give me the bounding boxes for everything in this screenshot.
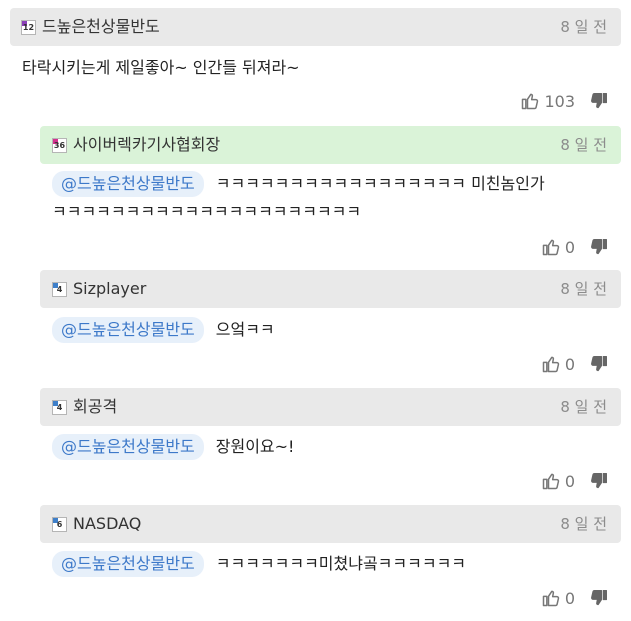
comment-header: 12 드높은천상물반도 8 일 전 [10,8,621,46]
mention-tag[interactable]: @드높은천상물반도 [52,434,204,460]
comment-text: 타락시키는게 제일좋아~ 인간들 뒤져라~ [22,58,300,77]
vote-controls: 103 [520,90,609,112]
reply: 4 Sizplayer 8 일 전 @드높은천상물반도 으엌ㅋㅋ 0 [0,268,631,384]
thumbs-up-icon[interactable] [541,354,561,374]
thumbs-up-icon[interactable] [541,588,561,608]
vote-controls: 0 [541,470,609,492]
reply-text: @드높은천상물반도 ㅋㅋㅋㅋㅋㅋㅋ미쳤냐곸ㅋㅋㅋㅋㅋㅋ [52,550,466,578]
mention-tag[interactable]: @드높은천상물반도 [52,317,204,343]
thumbs-down-icon[interactable] [589,91,609,111]
username[interactable]: 사이버렉카기사협회장 [73,135,220,155]
username[interactable]: Sizplayer [73,279,146,299]
level-badge-icon: 12 [21,20,36,35]
reply-text: @드높은천상물반도 장원이요~! [52,433,294,461]
reply-text: @드높은천상물반도 ㅋㅋㅋㅋㅋㅋㅋㅋㅋㅋㅋㅋㅋㅋㅋㅋㅋ 미친놈인가 ㅋㅋㅋㅋㅋㅋㅋ… [52,170,622,226]
reply-header: 4 Sizplayer 8 일 전 [40,270,621,308]
thumbs-down-icon[interactable] [589,588,609,608]
thumbs-down-icon[interactable] [589,354,609,374]
vote-controls: 0 [541,353,609,375]
upvote-count: 103 [544,91,575,111]
reply-header: 4 회공격 8 일 전 [40,388,621,426]
username[interactable]: 회공격 [73,397,117,417]
level-badge-icon: 36 [52,138,67,153]
timestamp: 8 일 전 [560,280,607,298]
reply-header: 36 사이버렉카기사협회장 8 일 전 [40,126,621,164]
reply-text: @드높은천상물반도 으엌ㅋㅋ [52,316,275,344]
comment: 12 드높은천상물반도 8 일 전 타락시키는게 제일좋아~ 인간들 뒤져라~ … [0,0,631,120]
thumbs-down-icon[interactable] [589,237,609,257]
reply-text-line1: 으엌ㅋㅋ [215,320,275,339]
reply-text-line1: ㅋㅋㅋㅋㅋㅋㅋㅋㅋㅋㅋㅋㅋㅋㅋㅋㅋ 미친놈인가 [215,174,545,193]
thumbs-up-icon[interactable] [520,91,540,111]
reply: 4 회공격 8 일 전 @드높은천상물반도 장원이요~! 0 [0,386,631,502]
reply-text-line2: ㅋㅋㅋㅋㅋㅋㅋㅋㅋㅋㅋㅋㅋㅋㅋㅋㅋㅋㅋㅋㅋ [52,202,362,221]
thumbs-up-icon[interactable] [541,237,561,257]
mention-tag[interactable]: @드높은천상물반도 [52,171,204,197]
timestamp: 8 일 전 [560,136,607,154]
upvote-count: 0 [564,471,575,491]
reply-text-line1: ㅋㅋㅋㅋㅋㅋㅋ미쳤냐곸ㅋㅋㅋㅋㅋㅋ [215,554,467,573]
level-badge-icon: 4 [52,400,67,415]
level-badge-icon: 4 [52,282,67,297]
reply-header: 6 NASDAQ 8 일 전 [40,505,621,543]
upvote-count: 0 [564,588,575,608]
timestamp: 8 일 전 [560,398,607,416]
reply: 36 사이버렉카기사협회장 8 일 전 @드높은천상물반도 ㅋㅋㅋㅋㅋㅋㅋㅋㅋㅋㅋ… [0,124,631,264]
reply: 6 NASDAQ 8 일 전 @드높은천상물반도 ㅋㅋㅋㅋㅋㅋㅋ미쳤냐곸ㅋㅋㅋㅋㅋ… [0,503,631,619]
username[interactable]: NASDAQ [73,514,141,534]
vote-controls: 0 [541,236,609,258]
username[interactable]: 드높은천상물반도 [42,17,160,37]
thumbs-up-icon[interactable] [541,471,561,491]
timestamp: 8 일 전 [560,18,607,36]
reply-text-line1: 장원이요~! [215,437,295,456]
timestamp: 8 일 전 [560,515,607,533]
mention-tag[interactable]: @드높은천상물반도 [52,551,204,577]
thumbs-down-icon[interactable] [589,471,609,491]
upvote-count: 0 [564,237,575,257]
level-badge-icon: 6 [52,517,67,532]
upvote-count: 0 [564,354,575,374]
vote-controls: 0 [541,587,609,609]
